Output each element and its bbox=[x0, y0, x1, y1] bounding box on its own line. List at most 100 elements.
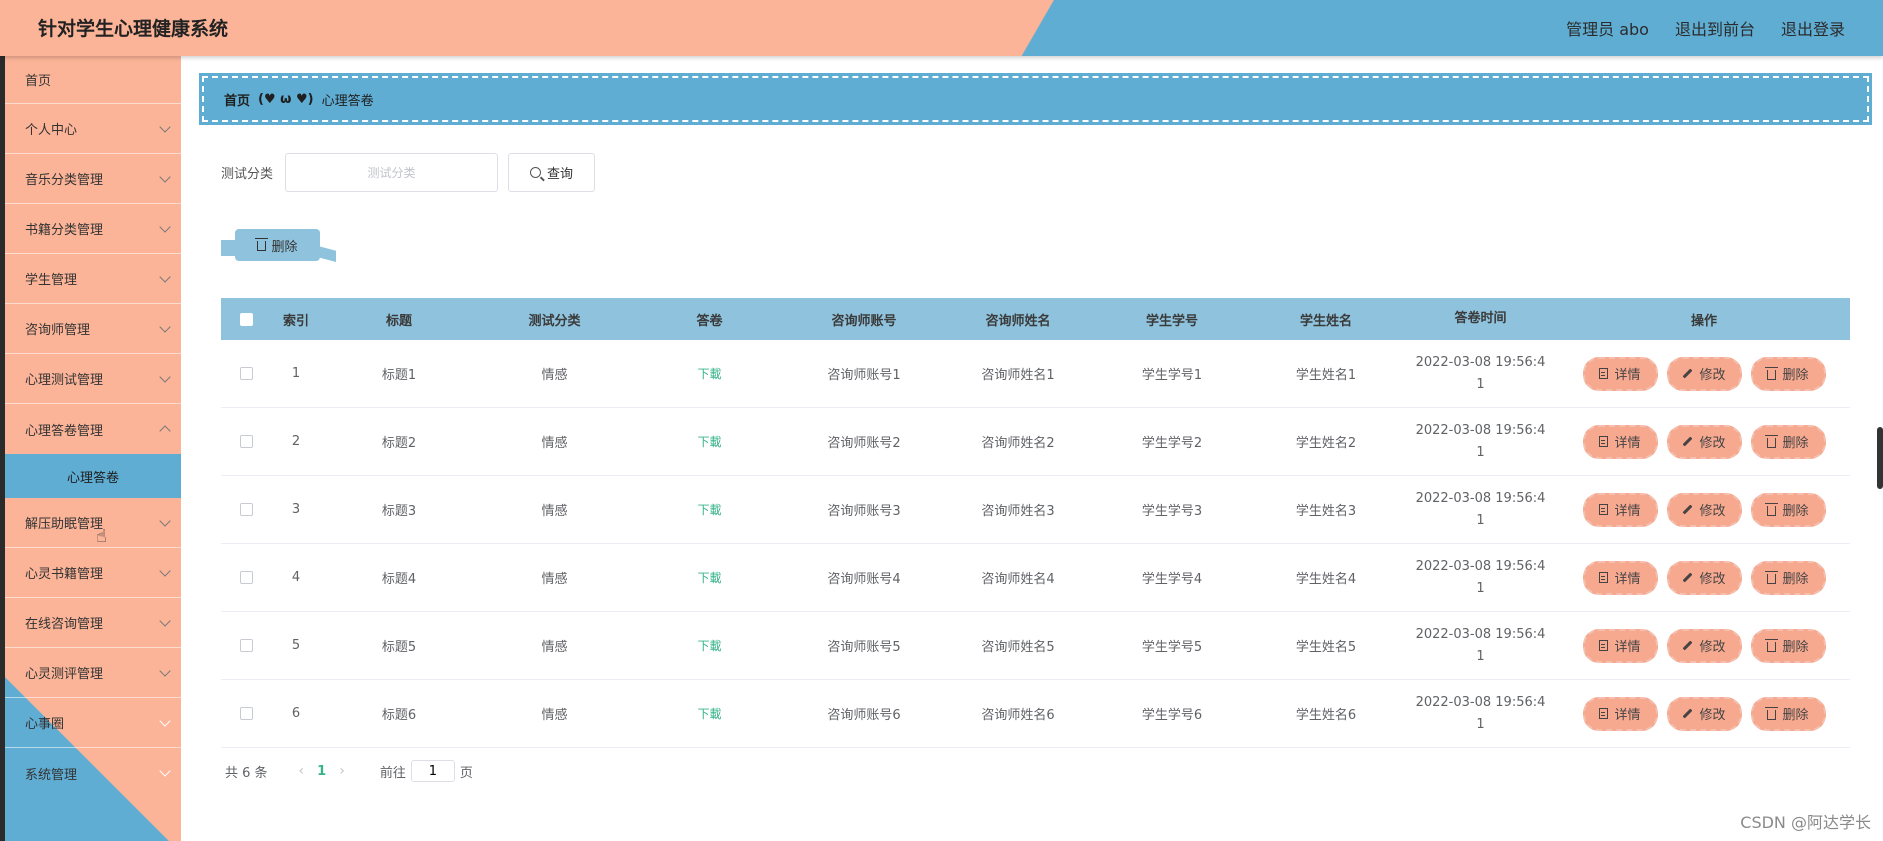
sidebar-subitem-answer-sheet[interactable]: 心理答卷 bbox=[5, 454, 181, 498]
trash-icon bbox=[1765, 502, 1779, 516]
chevron-down-icon bbox=[159, 665, 171, 677]
sidebar-item-label: 系统管理 bbox=[25, 767, 78, 783]
row-checkbox[interactable] bbox=[239, 571, 253, 584]
query-button[interactable]: 查询 bbox=[508, 153, 596, 192]
cell-category: 情感 bbox=[541, 436, 568, 451]
chevron-down-icon bbox=[159, 715, 171, 727]
prev-page-icon[interactable]: ‹ bbox=[299, 763, 305, 779]
sidebar-item-soul-books[interactable]: 心灵书籍管理 bbox=[5, 548, 181, 598]
document-icon bbox=[1599, 640, 1609, 651]
sidebar-item-label: 书籍分类管理 bbox=[25, 223, 104, 238]
sidebar-item-counselors[interactable]: 咨询师管理 bbox=[5, 304, 181, 354]
delete-button[interactable]: 删除 bbox=[1750, 356, 1826, 391]
edit-button[interactable]: 修改 bbox=[1666, 628, 1742, 663]
sidebar-item-mood-circle[interactable]: 心事圈 bbox=[5, 698, 181, 748]
edit-button[interactable]: 修改 bbox=[1666, 696, 1742, 731]
ribbon-decoration bbox=[318, 246, 336, 262]
download-link[interactable]: 下載 bbox=[697, 367, 721, 381]
select-all-checkbox[interactable] bbox=[239, 312, 253, 326]
cell-account: 咨询师账号3 bbox=[827, 504, 901, 519]
top-header: 针对学生心理健康系统 管理员 abo 退出到前台 退出登录 bbox=[0, 0, 1883, 56]
delete-button[interactable]: 删除 bbox=[1750, 560, 1826, 595]
cell-title: 标题3 bbox=[381, 504, 417, 519]
download-link[interactable]: 下載 bbox=[697, 435, 721, 449]
download-link[interactable]: 下載 bbox=[697, 639, 721, 653]
edit-label: 修改 bbox=[1699, 640, 1726, 655]
col-account: 咨询师账号 bbox=[831, 313, 897, 329]
sidebar-item-music-category[interactable]: 音乐分类管理 bbox=[5, 154, 181, 204]
delete-button[interactable]: 删除 bbox=[1750, 492, 1826, 527]
detail-button[interactable]: 详情 bbox=[1582, 628, 1658, 663]
sidebar-item-soul-assessment[interactable]: 心灵测评管理 bbox=[5, 648, 181, 698]
cell-index: 3 bbox=[291, 502, 301, 517]
pencil-icon bbox=[1683, 436, 1693, 447]
search-input[interactable] bbox=[285, 153, 499, 192]
row-checkbox[interactable] bbox=[239, 367, 253, 380]
detail-button[interactable]: 详情 bbox=[1582, 356, 1658, 391]
table-row: 2 标题2 情感 下載 咨询师账号2 咨询师姓名2 学生学号2 学生姓名2 2022-03-08… bbox=[221, 408, 1850, 476]
sidebar-item-system[interactable]: 系统管理 bbox=[5, 748, 181, 798]
detail-button[interactable]: 详情 bbox=[1582, 696, 1658, 731]
goto-page-input[interactable] bbox=[410, 760, 455, 782]
cell-student-no: 学生学号4 bbox=[1141, 572, 1203, 587]
edit-button[interactable]: 修改 bbox=[1666, 356, 1742, 391]
sidebar-item-label: 咨询师管理 bbox=[25, 323, 91, 338]
logout-link[interactable]: 退出登录 bbox=[1781, 16, 1845, 40]
row-checkbox[interactable] bbox=[239, 503, 253, 516]
chevron-down-icon bbox=[159, 565, 171, 577]
sidebar-item-online-consult[interactable]: 在线咨询管理 bbox=[5, 598, 181, 648]
sidebar-item-home[interactable]: 首页 bbox=[5, 56, 181, 104]
sidebar-item-relax-sleep[interactable]: 解压助眠管理 bbox=[5, 498, 181, 548]
row-checkbox[interactable] bbox=[239, 707, 253, 720]
sidebar-item-label: 首页 bbox=[25, 74, 52, 89]
cell-index: 6 bbox=[291, 706, 301, 721]
breadcrumb-separator: (♥ ω ♥) bbox=[258, 91, 314, 107]
chevron-down-icon bbox=[159, 515, 171, 527]
download-link[interactable]: 下載 bbox=[697, 707, 721, 721]
sidebar-item-personal-center[interactable]: 个人中心 bbox=[5, 104, 181, 154]
delete-button[interactable]: 删除 bbox=[1750, 424, 1826, 459]
col-student-no: 学生学号 bbox=[1145, 313, 1198, 329]
col-time: 答卷时间 bbox=[1454, 311, 1507, 326]
cell-title: 标题5 bbox=[381, 640, 417, 655]
sidebar-item-students[interactable]: 学生管理 bbox=[5, 254, 181, 304]
edit-label: 修改 bbox=[1699, 368, 1726, 383]
detail-button[interactable]: 详情 bbox=[1582, 560, 1658, 595]
sidebar-item-psych-test[interactable]: 心理测试管理 bbox=[5, 354, 181, 404]
search-bar: 测试分类 查询 bbox=[221, 153, 596, 192]
table-body: 1 标题1 情感 下載 咨询师账号1 咨询师姓名1 学生学号1 学生姓名1 2022-03-08… bbox=[221, 340, 1850, 748]
delete-button[interactable]: 删除 bbox=[1750, 628, 1826, 663]
edit-label: 修改 bbox=[1699, 504, 1726, 519]
cell-time-line1: 2022-03-08 19:56:4 bbox=[1415, 490, 1546, 506]
current-page[interactable]: 1 bbox=[317, 764, 326, 779]
cell-time-line2: 1 bbox=[1476, 444, 1485, 460]
download-link[interactable]: 下載 bbox=[697, 571, 721, 585]
cell-student-name: 学生姓名4 bbox=[1295, 572, 1357, 587]
cell-student-name: 学生姓名6 bbox=[1295, 708, 1357, 723]
cell-time-line2: 1 bbox=[1476, 716, 1485, 732]
cell-category: 情感 bbox=[541, 708, 568, 723]
detail-button[interactable]: 详情 bbox=[1582, 424, 1658, 459]
edit-button[interactable]: 修改 bbox=[1666, 424, 1742, 459]
col-index: 索引 bbox=[282, 313, 309, 329]
delete-button[interactable]: 删除 bbox=[1750, 696, 1826, 731]
document-icon bbox=[1599, 504, 1609, 515]
cell-counselor: 咨询师姓名3 bbox=[981, 504, 1055, 519]
breadcrumb-home[interactable]: 首页 bbox=[224, 90, 250, 109]
batch-delete-button[interactable]: 删除 bbox=[235, 229, 320, 261]
to-front-link[interactable]: 退出到前台 bbox=[1675, 16, 1755, 40]
sidebar-item-book-category[interactable]: 书籍分类管理 bbox=[5, 204, 181, 254]
scrollbar-thumb[interactable] bbox=[1877, 427, 1883, 489]
col-answer: 答卷 bbox=[696, 313, 723, 329]
edit-button[interactable]: 修改 bbox=[1666, 560, 1742, 595]
row-checkbox[interactable] bbox=[239, 435, 253, 448]
download-link[interactable]: 下載 bbox=[697, 503, 721, 517]
sidebar-item-answer-sheets[interactable]: 心理答卷管理 bbox=[5, 404, 181, 454]
row-checkbox[interactable] bbox=[239, 639, 253, 652]
current-user: 管理员 abo bbox=[1566, 20, 1649, 39]
detail-button[interactable]: 详情 bbox=[1582, 492, 1658, 527]
edit-label: 修改 bbox=[1699, 436, 1726, 451]
search-icon bbox=[530, 167, 541, 178]
edit-button[interactable]: 修改 bbox=[1666, 492, 1742, 527]
next-page-icon[interactable]: › bbox=[339, 763, 345, 779]
